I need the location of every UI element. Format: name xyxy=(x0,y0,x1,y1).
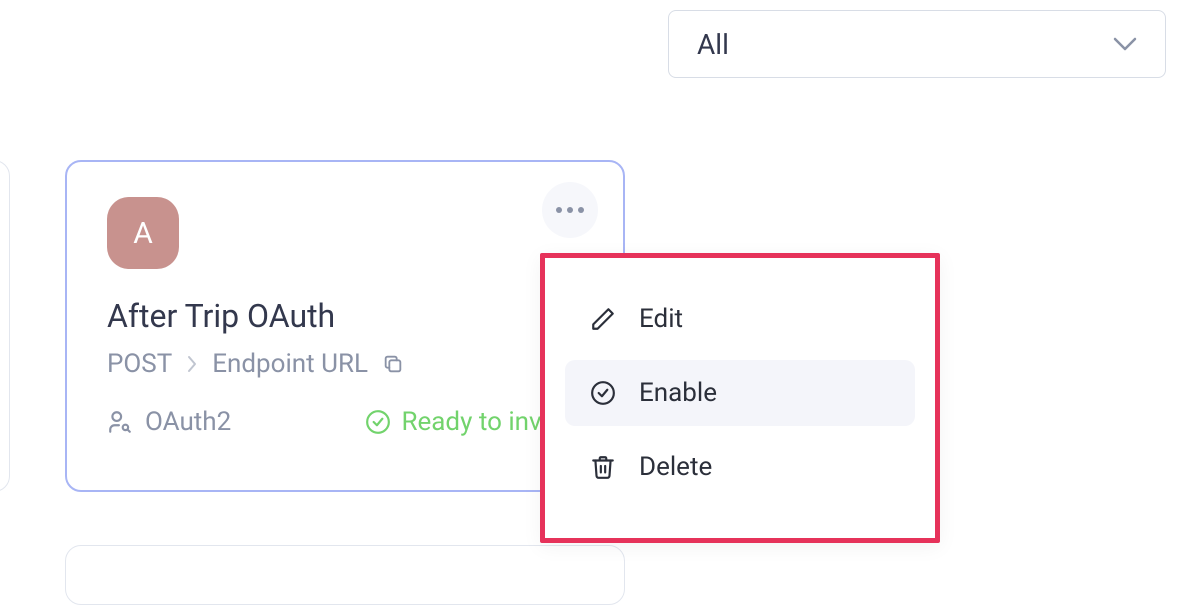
adjacent-card-bottom xyxy=(65,545,625,605)
check-circle-icon xyxy=(589,379,617,407)
menu-item-edit[interactable]: Edit xyxy=(565,286,915,352)
menu-item-label: Edit xyxy=(639,304,683,334)
chevron-down-icon xyxy=(1113,37,1137,51)
more-button[interactable] xyxy=(542,182,598,238)
menu-item-enable[interactable]: Enable xyxy=(565,360,915,426)
auth-type-label: OAuth2 xyxy=(145,407,231,437)
menu-item-delete[interactable]: Delete xyxy=(565,434,915,500)
http-method: POST xyxy=(107,349,172,379)
copy-icon[interactable] xyxy=(382,353,404,375)
avatar: A xyxy=(107,197,179,269)
dots-icon xyxy=(556,207,584,213)
filter-select-value: All xyxy=(697,28,729,61)
chevron-right-icon xyxy=(186,355,198,373)
card-footer: OAuth2 Ready to invoke xyxy=(107,407,583,437)
menu-item-label: Delete xyxy=(639,452,712,482)
pencil-icon xyxy=(589,305,617,333)
check-circle-icon xyxy=(365,409,391,435)
adjacent-card-left xyxy=(0,160,10,492)
menu-item-label: Enable xyxy=(639,378,717,408)
avatar-letter: A xyxy=(133,216,153,251)
trash-icon xyxy=(589,453,617,481)
context-menu: Edit Enable Delete xyxy=(540,253,940,543)
endpoint-label: Endpoint URL xyxy=(212,349,368,379)
card-title: After Trip OAuth xyxy=(107,297,583,335)
card-subtitle: POST Endpoint URL xyxy=(107,349,583,379)
auth-type: OAuth2 xyxy=(107,407,231,437)
filter-select[interactable]: All xyxy=(668,10,1166,78)
user-key-icon xyxy=(107,409,133,435)
